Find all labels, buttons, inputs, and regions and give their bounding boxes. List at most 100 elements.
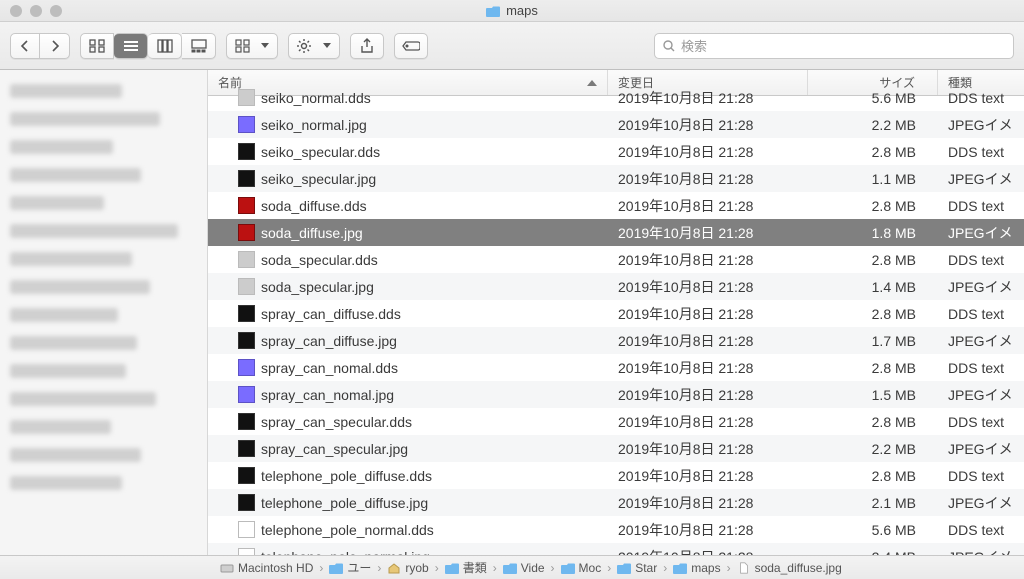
sidebar-item[interactable]	[10, 280, 197, 302]
folder-icon	[503, 562, 517, 574]
back-button[interactable]	[10, 33, 40, 59]
titlebar: maps	[0, 0, 1024, 22]
file-thumbnail-icon	[238, 170, 255, 187]
file-icon	[737, 562, 751, 574]
breadcrumb-item[interactable]: ryob	[387, 561, 428, 575]
file-date: 2019年10月8日 21:28	[608, 88, 808, 108]
window-title-text: maps	[506, 3, 538, 18]
file-row[interactable]: telephone_pole_normal.dds 2019年10月8日 21:2…	[208, 516, 1024, 543]
file-name: spray_can_nomal.jpg	[261, 387, 394, 403]
file-thumbnail-icon	[238, 116, 255, 133]
sidebar-item[interactable]	[10, 476, 197, 498]
file-date: 2019年10月8日 21:28	[608, 277, 808, 297]
file-kind: DDS text	[938, 360, 1024, 376]
file-row[interactable]: spray_can_specular.jpg2019年10月8日 21:282.…	[208, 435, 1024, 462]
main-area: 名前 変更日 サイズ 種類 seiko_normal.dds2019年10月8日…	[0, 70, 1024, 555]
file-thumbnail-icon	[238, 467, 255, 484]
file-size: 1.8 MB	[808, 225, 938, 241]
file-row[interactable]: seiko_normal.jpg2019年10月8日 21:282.2 MBJP…	[208, 111, 1024, 138]
sidebar-item[interactable]	[10, 420, 197, 442]
icon-view-button[interactable]	[80, 33, 114, 59]
sidebar-item[interactable]	[10, 364, 197, 386]
file-date: 2019年10月8日 21:28	[608, 466, 808, 486]
breadcrumb-item[interactable]: Vide	[503, 561, 545, 575]
file-row[interactable]: soda_specular.dds2019年10月8日 21:282.8 MBD…	[208, 246, 1024, 273]
file-date: 2019年10月8日 21:28	[608, 493, 808, 513]
breadcrumb-item[interactable]: maps	[673, 561, 720, 575]
sidebar-item[interactable]	[10, 336, 197, 358]
group-by-dropdown[interactable]	[226, 33, 278, 59]
file-row[interactable]: soda_diffuse.dds2019年10月8日 21:282.8 MBDD…	[208, 192, 1024, 219]
sidebar-item[interactable]	[10, 308, 197, 330]
file-row[interactable]: spray_can_specular.dds2019年10月8日 21:282.…	[208, 408, 1024, 435]
file-row[interactable]: spray_can_diffuse.jpg2019年10月8日 21:281.7…	[208, 327, 1024, 354]
file-kind: JPEGイメ	[938, 169, 1024, 189]
file-kind: DDS text	[938, 414, 1024, 430]
sidebar-item[interactable]	[10, 252, 197, 274]
list-view-button[interactable]	[114, 33, 148, 59]
sidebar-item[interactable]	[10, 196, 197, 218]
sidebar-item[interactable]	[10, 168, 197, 190]
file-name: soda_specular.jpg	[261, 279, 374, 295]
file-row[interactable]: spray_can_nomal.dds 2019年10月8日 21:282.8 M…	[208, 354, 1024, 381]
file-date: 2019年10月8日 21:28	[608, 520, 808, 540]
file-thumbnail-icon	[238, 251, 255, 268]
file-kind: JPEGイメ	[938, 223, 1024, 243]
breadcrumb-item[interactable]: ユー	[329, 559, 371, 576]
file-kind: DDS text	[938, 468, 1024, 484]
column-view-button[interactable]	[148, 33, 182, 59]
breadcrumb-item[interactable]: Macintosh HD	[220, 561, 313, 575]
file-thumbnail-icon	[238, 548, 255, 555]
file-date: 2019年10月8日 21:28	[608, 115, 808, 135]
gallery-view-button[interactable]	[182, 33, 216, 59]
file-kind: DDS text	[938, 90, 1024, 106]
file-kind: JPEGイメ	[938, 547, 1024, 556]
file-size: 1.4 MB	[808, 279, 938, 295]
window-title: maps	[0, 3, 1024, 18]
sidebar-item[interactable]	[10, 448, 197, 470]
breadcrumb-item[interactable]: Star	[617, 561, 657, 575]
file-row[interactable]: soda_diffuse.jpg2019年10月8日 21:281.8 MBJP…	[208, 219, 1024, 246]
breadcrumb-item[interactable]: Moc	[561, 561, 602, 575]
file-kind: JPEGイメ	[938, 493, 1024, 513]
search-placeholder: 検索	[681, 36, 707, 55]
file-name: spray_can_nomal.dds	[261, 360, 398, 376]
breadcrumb-item[interactable]: 書類	[445, 559, 487, 576]
action-dropdown[interactable]	[288, 33, 340, 59]
file-size: 1.5 MB	[808, 387, 938, 403]
sidebar-item[interactable]	[10, 392, 197, 414]
toolbar: 検索	[0, 22, 1024, 70]
file-row[interactable]: spray_can_diffuse.dds2019年10月8日 21:282.8…	[208, 300, 1024, 327]
search-field-wrapper: 検索	[654, 33, 1014, 59]
file-kind: JPEGイメ	[938, 439, 1024, 459]
file-size: 2.8 MB	[808, 198, 938, 214]
file-kind: DDS text	[938, 306, 1024, 322]
sidebar-item[interactable]	[10, 140, 197, 162]
breadcrumb-item[interactable]: soda_diffuse.jpg	[737, 561, 842, 575]
file-row[interactable]: seiko_specular.dds2019年10月8日 21:282.8 MB…	[208, 138, 1024, 165]
file-size: 2.4 MB	[808, 549, 938, 556]
view-switcher	[80, 33, 216, 59]
file-date: 2019年10月8日 21:28	[608, 412, 808, 432]
file-row[interactable]: telephone_pole_diffuse.dds2019年10月8日 21:…	[208, 462, 1024, 489]
file-row[interactable]: spray_can_nomal.jpg2019年10月8日 21:281.5 M…	[208, 381, 1024, 408]
file-row[interactable]: soda_specular.jpg2019年10月8日 21:281.4 MBJ…	[208, 273, 1024, 300]
file-date: 2019年10月8日 21:28	[608, 358, 808, 378]
sidebar-item[interactable]	[10, 84, 197, 106]
sidebar-item[interactable]	[10, 224, 197, 246]
sidebar-item[interactable]	[10, 112, 197, 134]
file-name: telephone_pole_normal.dds	[261, 522, 434, 538]
share-button[interactable]	[350, 33, 384, 59]
file-date: 2019年10月8日 21:28	[608, 331, 808, 351]
file-row[interactable]: telephone_pole_normal.jpg2019年10月8日 21:2…	[208, 543, 1024, 555]
tags-button[interactable]	[394, 33, 428, 59]
forward-button[interactable]	[40, 33, 70, 59]
file-row[interactable]: telephone_pole_diffuse.jpg 2019年10月8日 21:…	[208, 489, 1024, 516]
breadcrumb-separator-icon: ›	[663, 561, 667, 575]
search-input[interactable]: 検索	[654, 33, 1014, 59]
file-row[interactable]: seiko_normal.dds2019年10月8日 21:285.6 MBDD…	[208, 84, 1024, 111]
file-row[interactable]: seiko_specular.jpg2019年10月8日 21:281.1 MB…	[208, 165, 1024, 192]
file-name: spray_can_specular.dds	[261, 414, 412, 430]
file-name: telephone_pole_diffuse.jpg	[261, 495, 428, 511]
file-size: 2.8 MB	[808, 360, 938, 376]
